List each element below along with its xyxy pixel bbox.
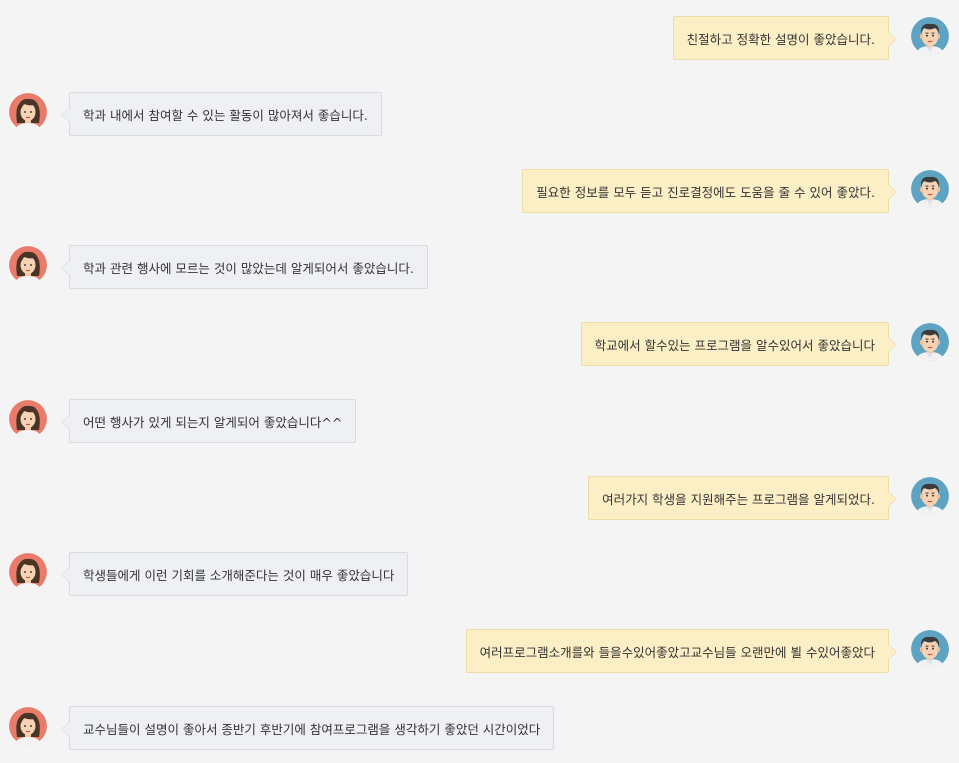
message-row: 친절하고 정확한 설명이 좋았습니다. (0, 16, 959, 64)
message-row: 학과 관련 행사에 모르는 것이 많았는데 알게되어서 좋았습니다. (0, 245, 959, 293)
message-bubble: 학과 내에서 참여할 수 있는 활동이 많아져서 좋습니다. (61, 92, 382, 136)
message-bubble: 학교에서 할수있는 프로그램을 알수있어서 좋았습니다 (580, 322, 898, 366)
message-bubble: 친절하고 정확한 설명이 좋았습니다. (672, 16, 898, 60)
message-row: 학교에서 할수있는 프로그램을 알수있어서 좋았습니다 (0, 322, 959, 370)
message-bubble: 교수님들이 설명이 좋아서 종반기 후반기에 참여프로그램을 생각하기 좋았던 … (60, 706, 555, 750)
chat-feed: 친절하고 정확한 설명이 좋았습니다. 학과 내에서 참여할 수 있는 활동이 … (0, 0, 959, 763)
male-avatar-icon (911, 170, 949, 208)
male-avatar-icon (911, 477, 949, 515)
male-avatar-icon (911, 630, 949, 668)
female-avatar-icon (9, 707, 47, 745)
message-bubble: 여러프로그램소개를와 들을수있어좋았고교수님들 오랜만에 뵐 수있어좋았다 (465, 629, 898, 673)
message-row: 학생들에게 이런 기회를 소개해준다는 것이 매우 좋았습니다 (0, 552, 959, 600)
message-row: 어떤 행사가 있게 되는지 알게되어 좋았습니다^^ (0, 399, 959, 447)
female-avatar-icon (9, 246, 47, 284)
message-row: 학과 내에서 참여할 수 있는 활동이 많아져서 좋습니다. (0, 92, 959, 140)
message-bubble: 여러가지 학생을 지원해주는 프로그램을 알게되었다. (588, 476, 897, 520)
male-avatar-icon (911, 323, 949, 361)
female-avatar-icon (9, 93, 47, 131)
message-bubble: 학생들에게 이런 기회를 소개해준다는 것이 매우 좋았습니다 (60, 552, 409, 596)
female-avatar-icon (9, 553, 47, 591)
message-row: 필요한 정보를 모두 듣고 진로결정에도 도움을 줄 수 있어 좋았다. (0, 169, 959, 217)
message-row: 여러가지 학생을 지원해주는 프로그램을 알게되었다. (0, 476, 959, 524)
female-avatar-icon (9, 400, 47, 438)
male-avatar-icon (911, 17, 949, 55)
message-row: 교수님들이 설명이 좋아서 종반기 후반기에 참여프로그램을 생각하기 좋았던 … (0, 706, 959, 754)
message-bubble: 어떤 행사가 있게 되는지 알게되어 좋았습니다^^ (60, 399, 357, 443)
message-bubble: 학과 관련 행사에 모르는 것이 많았는데 알게되어서 좋았습니다. (61, 245, 428, 289)
message-bubble: 필요한 정보를 모두 듣고 진로결정에도 도움을 줄 수 있어 좋았다. (522, 169, 897, 213)
message-row: 여러프로그램소개를와 들을수있어좋았고교수님들 오랜만에 뵐 수있어좋았다 (0, 629, 959, 677)
